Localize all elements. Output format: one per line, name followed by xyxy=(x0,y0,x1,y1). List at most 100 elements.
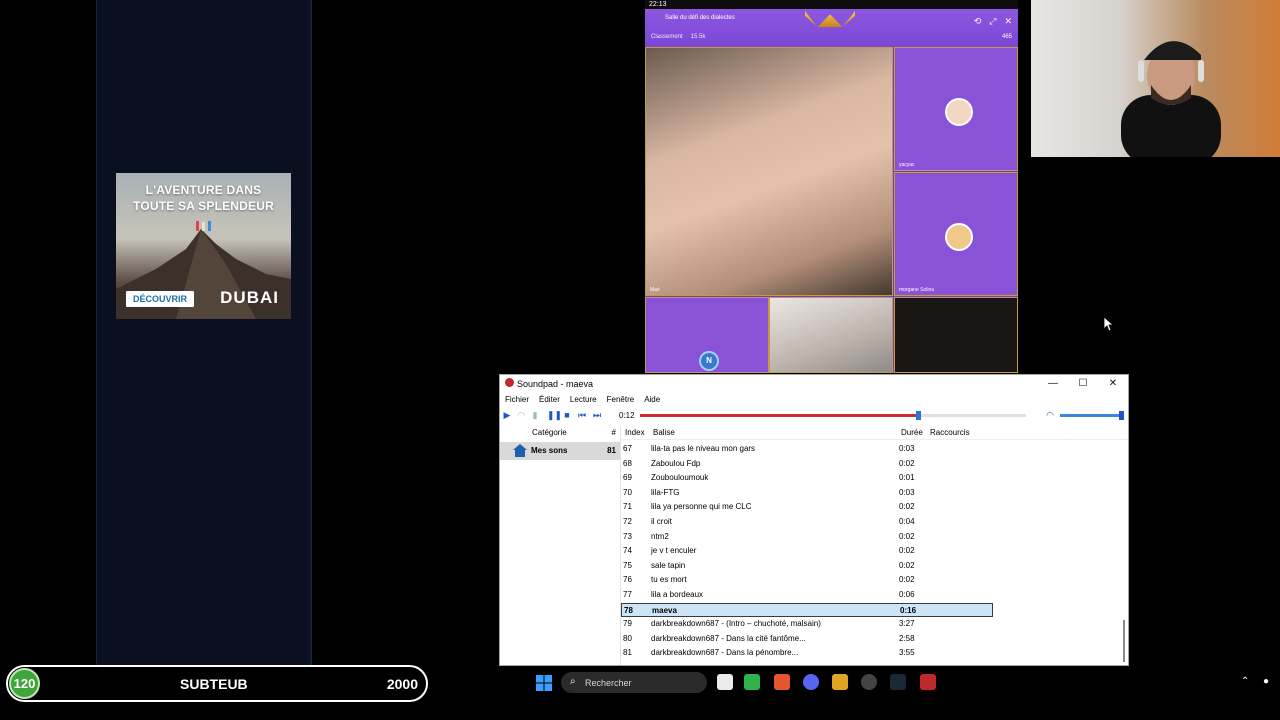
count-column-header[interactable]: # xyxy=(612,428,616,437)
video-tile[interactable] xyxy=(894,297,1018,373)
ad-headline-line2: TOUTE SA SPLENDEUR xyxy=(133,199,274,213)
share-icon[interactable]: ⟲ xyxy=(974,16,982,27)
ad-headline: L'AVENTURE DANS TOUTE SA SPLENDEUR xyxy=(116,182,291,214)
sound-tag: darkbreakdown687 - Dans la pénombre... xyxy=(651,648,799,658)
index-column-header[interactable]: Index xyxy=(625,428,645,437)
layers-app-icon[interactable] xyxy=(832,674,848,690)
tag-column-header[interactable]: Balise xyxy=(653,428,675,437)
sound-tag: il croit xyxy=(651,517,672,526)
window-controls: — ☐ ✕ xyxy=(1038,375,1128,392)
tile-name: Maé xyxy=(650,287,660,293)
advertisement-banner[interactable]: L'AVENTURE DANS TOUTE SA SPLENDEUR DÉCOU… xyxy=(116,173,291,319)
ranking-link[interactable]: Classement xyxy=(651,34,683,40)
close-button[interactable]: ✕ xyxy=(1098,375,1128,392)
headphones-icon[interactable]: ◠ xyxy=(516,410,526,420)
sound-duration: 0:02 xyxy=(899,502,915,512)
tray-chevron-up-icon[interactable]: ⌃ xyxy=(1241,676,1249,687)
team-logo-icon: N xyxy=(699,351,719,371)
menu-aide[interactable]: Aide xyxy=(639,395,665,405)
menu-fenetre[interactable]: Fenêtre xyxy=(602,395,640,405)
sound-index: 77 xyxy=(623,590,632,599)
soundpad-app-icon xyxy=(505,378,514,387)
minimize-button[interactable]: — xyxy=(1038,375,1068,392)
video-tile[interactable] xyxy=(769,297,893,373)
sound-tag: Zaboulou Fdp xyxy=(651,458,701,468)
sound-row[interactable]: 72 il croit 0:04 xyxy=(621,515,993,529)
sound-row[interactable]: 70 lila-FTG 0:03 xyxy=(621,486,993,500)
ad-discover-button[interactable]: DÉCOUVRIR xyxy=(126,291,195,307)
category-count: 81 xyxy=(607,446,616,455)
ad-brand-logo: DUBAI xyxy=(220,288,279,307)
webcam-feed xyxy=(1031,0,1280,157)
headphones-volume-icon[interactable]: ◠ xyxy=(1045,410,1055,420)
previous-icon[interactable]: ⏮ xyxy=(577,410,587,420)
obs-icon[interactable] xyxy=(861,674,877,690)
video-tile-main[interactable]: Maé xyxy=(645,47,893,296)
play-icon[interactable]: ▶ xyxy=(502,410,512,420)
taskbar-search[interactable]: ⌕ Rechercher xyxy=(561,672,707,693)
room-title: Salle du défi des dialectes xyxy=(665,15,735,21)
soundpad-window: Soundpad - maeva — ☐ ✕ Fichier Éditer Le… xyxy=(499,374,1129,666)
video-tile[interactable]: N xyxy=(645,297,769,373)
sound-row[interactable]: 67 lila-ta pas le niveau mon gars 0:03 xyxy=(621,442,993,456)
divider xyxy=(310,0,311,665)
volume-slider[interactable] xyxy=(1060,411,1124,420)
playback-time: 0:12 xyxy=(619,411,635,420)
sound-row[interactable]: 75 sale tapin 0:02 xyxy=(621,559,993,573)
avatar xyxy=(945,98,973,126)
seek-handle[interactable] xyxy=(915,411,921,420)
sound-row[interactable]: 80 darkbreakdown687 - Dans la cité fantôm… xyxy=(621,632,993,646)
pause-icon[interactable]: ❚❚ xyxy=(547,410,562,420)
sound-duration: 0:16 xyxy=(900,605,917,615)
category-column-header[interactable]: Catégorie xyxy=(532,428,567,437)
sound-row[interactable]: 68 Zaboulou Fdp 0:02 xyxy=(621,457,993,471)
menu-lecture[interactable]: Lecture xyxy=(565,395,602,405)
video-tile[interactable]: yacyac xyxy=(894,47,1018,171)
duration-column-header[interactable]: Durée xyxy=(901,428,923,437)
volume-handle[interactable] xyxy=(1118,411,1124,420)
microphone-tray-icon[interactable]: ● xyxy=(1263,676,1269,687)
sound-index: 68 xyxy=(623,458,632,468)
scrollbar[interactable] xyxy=(1123,620,1125,662)
overlay-value: 2000 xyxy=(386,676,418,692)
sound-row[interactable]: 79 darkbreakdown687 - (Intro – chuchoté, … xyxy=(621,617,993,631)
task-view-icon[interactable] xyxy=(717,674,733,690)
steam-icon[interactable] xyxy=(890,674,906,690)
title-bar: Soundpad - maeva — ☐ ✕ xyxy=(500,375,1128,392)
minimize-icon[interactable]: ⤢ xyxy=(989,16,996,27)
menu-bar: Fichier Éditer Lecture Fenêtre Aide xyxy=(500,395,665,405)
sound-row[interactable]: 77 lila a bordeaux 0:06 xyxy=(621,588,993,602)
sound-row[interactable]: 69 Zoubouloumouk 0:01 xyxy=(621,471,993,485)
video-tile[interactable]: morgane Solina xyxy=(894,172,1018,296)
soundpad-taskbar-icon[interactable] xyxy=(920,674,936,690)
brave-browser-icon[interactable] xyxy=(774,674,790,690)
stop-icon[interactable]: ■ xyxy=(562,410,572,420)
seek-bar[interactable] xyxy=(640,411,1026,420)
next-icon[interactable]: ⏭ xyxy=(592,410,602,420)
menu-editer[interactable]: Éditer xyxy=(534,395,565,405)
sound-duration: 0:06 xyxy=(899,590,915,599)
sound-row[interactable]: 76 tu es mort 0:02 xyxy=(621,573,993,587)
sound-row[interactable]: 71 lila ya personne qui me CLC 0:02 xyxy=(621,500,993,514)
shortcuts-column-header[interactable]: Raccourcis xyxy=(930,428,970,437)
sound-row[interactable]: 78 maeva 0:16 xyxy=(621,602,993,617)
sound-row[interactable]: 74 je v t enculer 0:02 xyxy=(621,544,993,558)
sound-row[interactable]: 73 ntm2 0:02 xyxy=(621,530,993,544)
crown-icon xyxy=(805,11,855,27)
close-icon[interactable]: ✕ xyxy=(1004,16,1012,27)
microphone-icon[interactable]: ▮ xyxy=(530,410,540,420)
category-panel: Catégorie # Mes sons 81 xyxy=(500,426,621,665)
maximize-button[interactable]: ☐ xyxy=(1068,375,1098,392)
category-label: Mes sons xyxy=(531,446,568,455)
sound-index: 78 xyxy=(624,605,633,615)
category-item-mes-sons[interactable]: Mes sons 81 xyxy=(500,442,620,460)
discord-icon[interactable] xyxy=(803,674,819,690)
sound-row[interactable]: 81 darkbreakdown687 - Dans la pénombre...… xyxy=(621,646,993,660)
menu-fichier[interactable]: Fichier xyxy=(500,395,534,405)
sound-duration: 3:55 xyxy=(899,648,915,658)
spreadsheet-app-icon[interactable] xyxy=(744,674,760,690)
toolbar: ▶ ◠ ▮ ❚❚ ■ ⏮ ⏭ 0:12 ◠ xyxy=(500,409,1128,423)
streamer-image xyxy=(1121,41,1221,157)
windows-start-icon[interactable] xyxy=(536,675,552,691)
sound-duration: 0:03 xyxy=(899,487,915,497)
